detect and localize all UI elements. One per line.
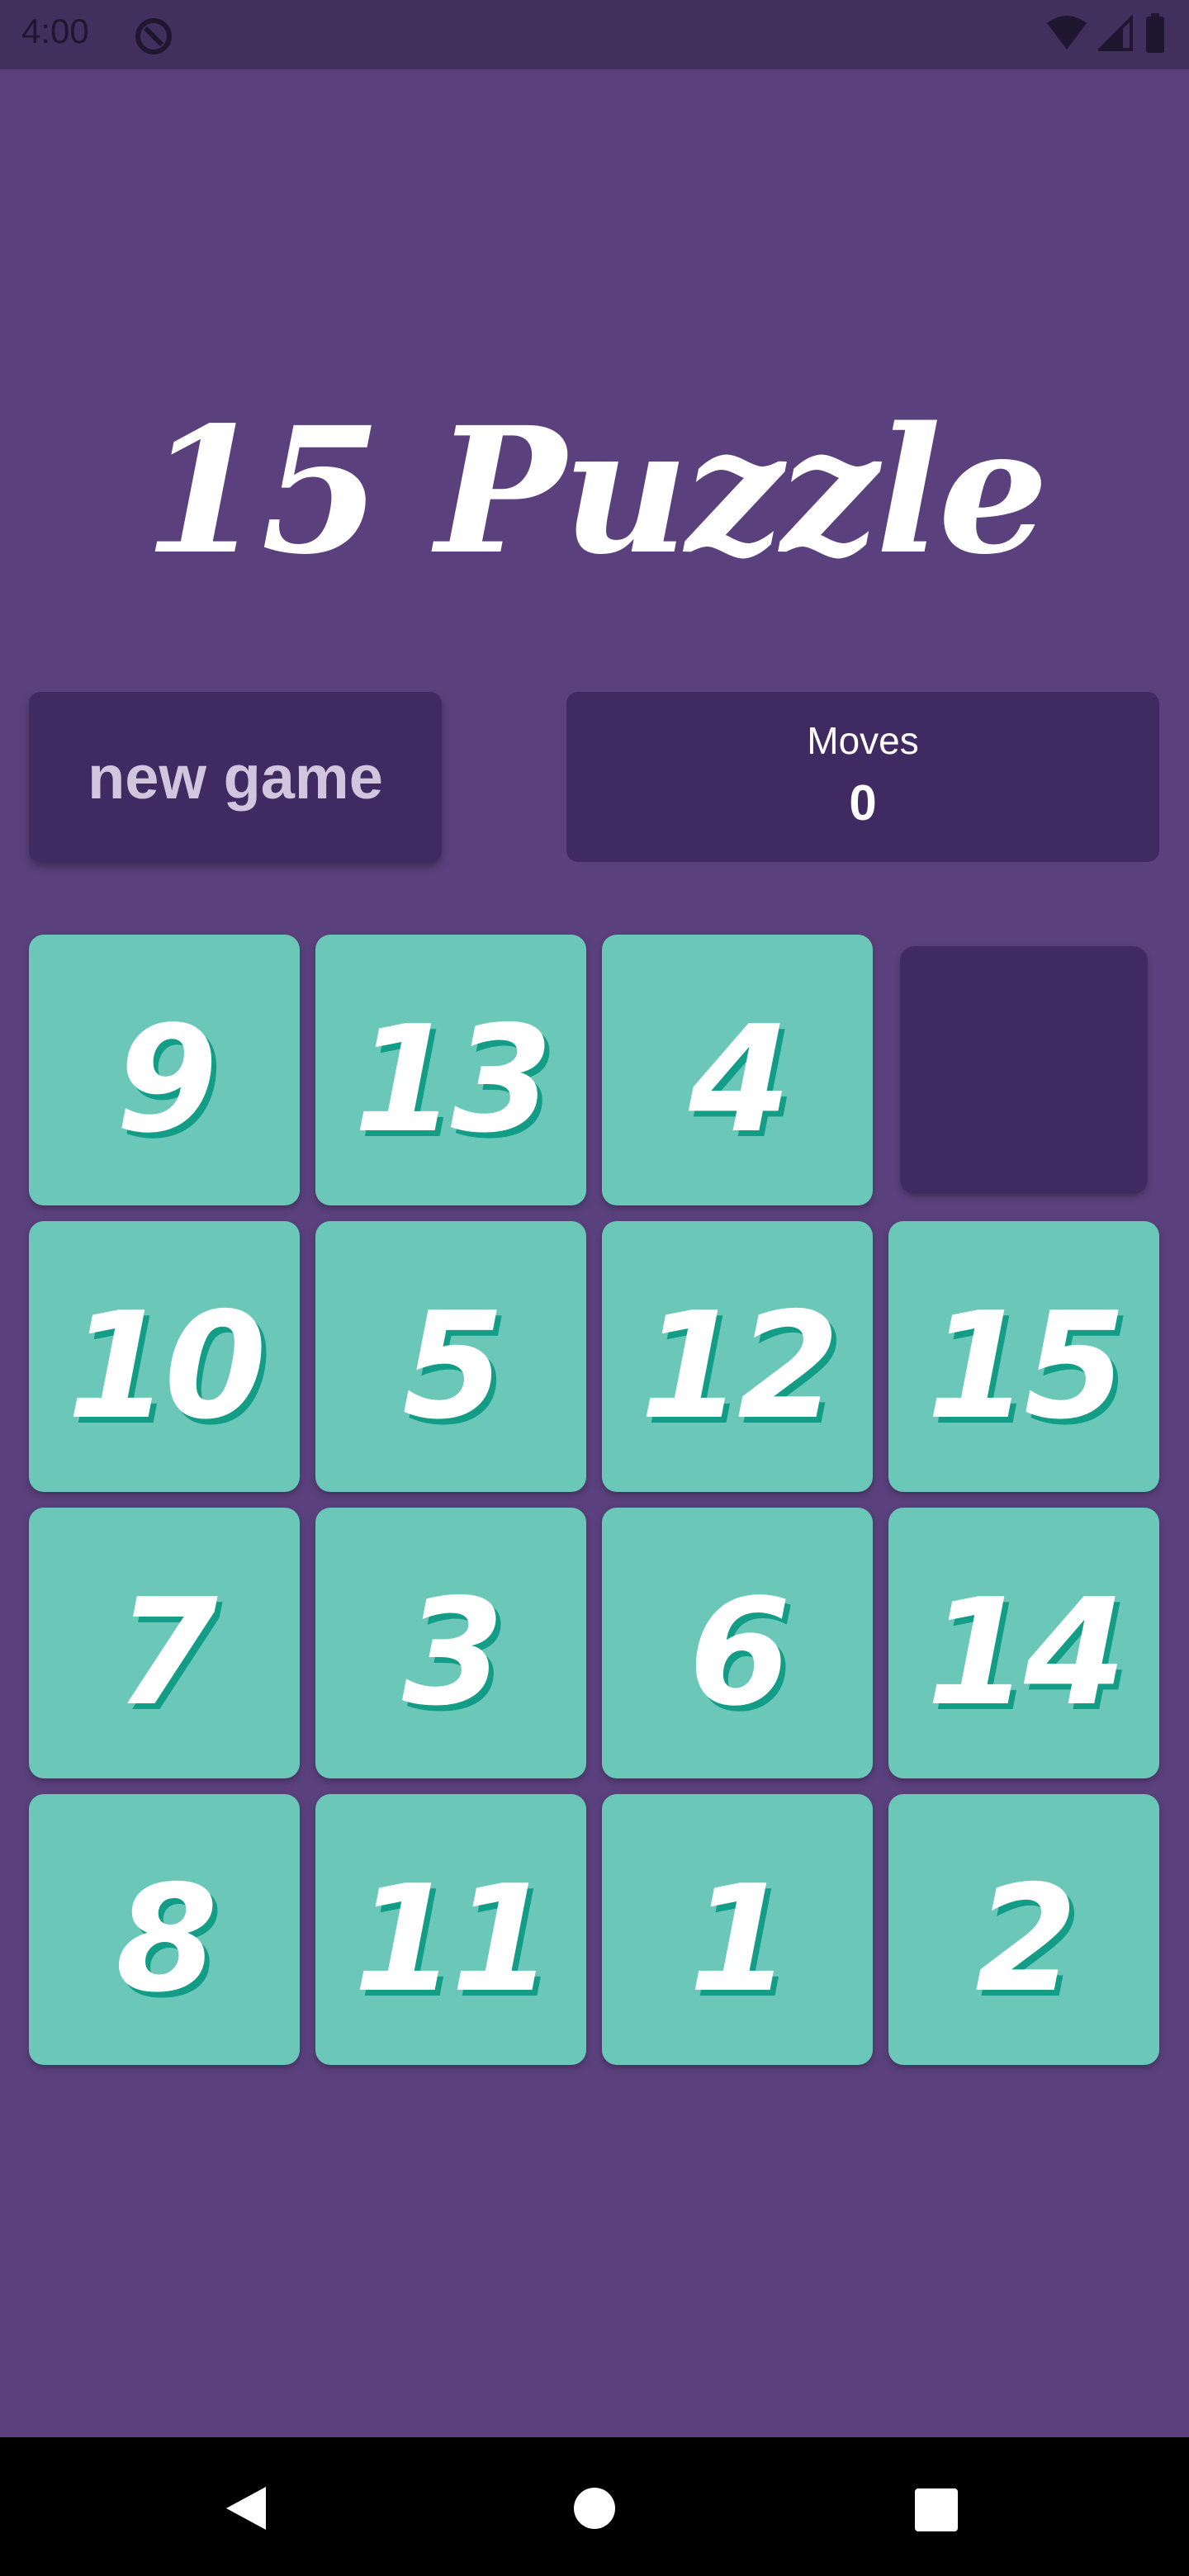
tile-number: 3 — [402, 1566, 504, 1738]
puzzle-tile[interactable]: 10 — [29, 1221, 300, 1492]
puzzle-tile[interactable]: 13 — [315, 935, 586, 1205]
tile-number: 13 — [353, 993, 553, 1165]
puzzle-tile[interactable]: 15 — [888, 1221, 1159, 1492]
wifi-icon — [1045, 15, 1088, 55]
status-bar: 4:00 — [0, 0, 1189, 69]
sync-status-icon — [134, 17, 173, 56]
tile-number: 6 — [689, 1566, 791, 1738]
tile-number: 5 — [402, 1280, 504, 1451]
puzzle-tile[interactable]: 9 — [29, 935, 300, 1205]
puzzle-tile[interactable]: 4 — [602, 935, 873, 1205]
tile-number: 12 — [640, 1280, 840, 1451]
tile-number: 7 — [116, 1566, 218, 1738]
puzzle-tile[interactable]: 8 — [29, 1794, 300, 2065]
new-game-button[interactable]: new game — [29, 692, 442, 862]
puzzle-tile[interactable]: 7 — [29, 1508, 300, 1778]
tile-number: 8 — [116, 1853, 218, 2024]
status-icons — [1045, 13, 1166, 57]
tile-number: 1 — [689, 1853, 791, 2024]
puzzle-tile[interactable]: 6 — [602, 1508, 873, 1778]
tile-number: 4 — [689, 993, 791, 1165]
puzzle-tile[interactable]: 2 — [888, 1794, 1159, 2065]
tile-number: 2 — [975, 1853, 1078, 2024]
puzzle-tile[interactable]: 11 — [315, 1794, 586, 2065]
new-game-label: new game — [88, 742, 383, 812]
tile-number: 15 — [926, 1280, 1126, 1451]
status-time: 4:00 — [21, 12, 89, 50]
battery-icon — [1144, 13, 1166, 57]
puzzle-tile[interactable]: 12 — [602, 1221, 873, 1492]
empty-slot — [900, 946, 1148, 1194]
puzzle-tile[interactable]: 5 — [315, 1221, 586, 1492]
moves-value: 0 — [849, 775, 877, 831]
moves-label: Moves — [807, 719, 919, 762]
tile-number: 11 — [353, 1853, 553, 2024]
back-icon[interactable] — [223, 2484, 269, 2537]
recent-apps-icon[interactable] — [915, 2488, 958, 2536]
moves-counter: Moves 0 — [566, 692, 1159, 862]
puzzle-tile[interactable]: 14 — [888, 1508, 1159, 1778]
home-icon[interactable] — [573, 2487, 616, 2534]
tile-number: 10 — [67, 1280, 267, 1451]
tile-number: 14 — [926, 1566, 1126, 1738]
tile-number: 9 — [116, 993, 218, 1165]
cell-signal-icon — [1096, 14, 1135, 55]
puzzle-tile[interactable]: 1 — [602, 1794, 873, 2065]
navigation-bar — [0, 2437, 1189, 2576]
game-title: 15 Puzzle — [144, 389, 1049, 593]
puzzle-tile[interactable]: 3 — [315, 1508, 586, 1778]
